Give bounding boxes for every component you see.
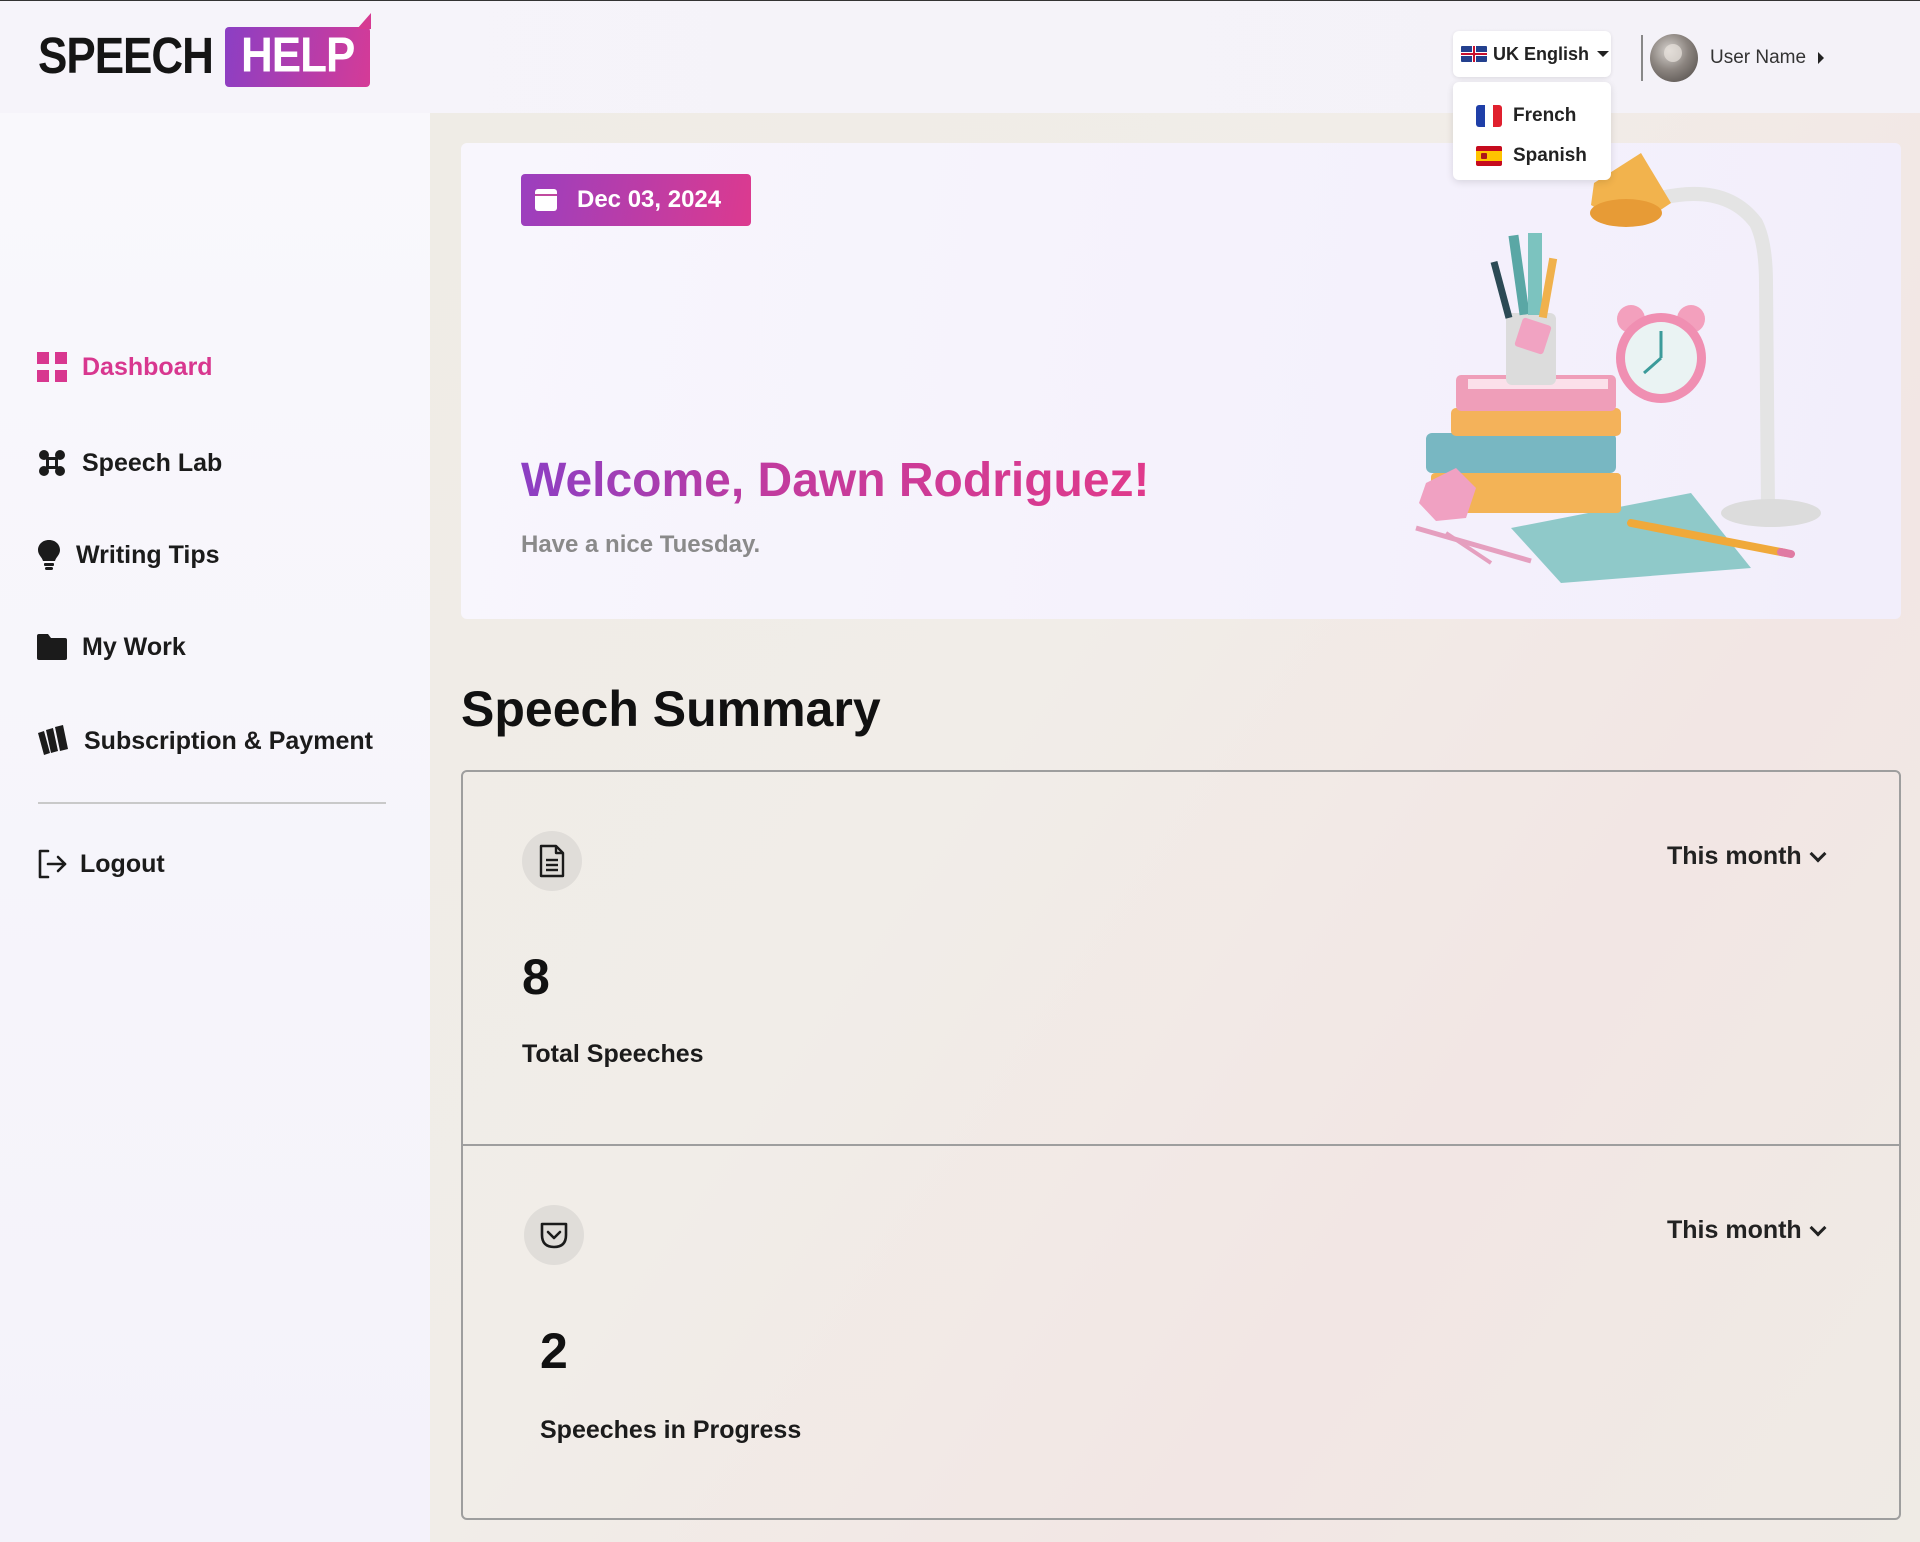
summary-card-in-progress: This month 2 Speeches in Progress: [463, 1148, 1899, 1518]
speeches-in-progress-value: 2: [540, 1323, 568, 1379]
date-label: Dec 03, 2024: [577, 186, 722, 213]
logo-word-help: HELP: [224, 13, 372, 87]
sidebar-item-dashboard[interactable]: Dashboard: [36, 351, 213, 383]
logo-word-speech: SPEECH: [38, 28, 214, 85]
language-option-spanish[interactable]: Spanish: [1453, 136, 1611, 176]
wallet-icon: [36, 725, 70, 757]
top-header: SPEECH HELP UK English User Name: [0, 1, 1920, 113]
language-option-french[interactable]: French: [1453, 96, 1611, 136]
spain-flag-icon: [1476, 146, 1502, 166]
lightbulb-icon: [36, 539, 62, 571]
sidebar-item-speech-lab[interactable]: Speech Lab: [36, 447, 222, 479]
speech-summary-title: Speech Summary: [461, 681, 881, 737]
welcome-subtitle: Have a nice Tuesday.: [521, 531, 761, 558]
user-name: User Name: [1710, 47, 1807, 68]
sidebar-item-label: Writing Tips: [76, 540, 220, 569]
sidebar-item-label: Speech Lab: [82, 448, 223, 477]
date-badge: Dec 03, 2024: [521, 174, 751, 226]
sidebar-item-label: My Work: [82, 632, 186, 661]
sidebar-item-subscription[interactable]: Subscription & Payment: [36, 725, 373, 757]
total-speeches-value: 8: [522, 949, 550, 1005]
language-option-label: French: [1513, 105, 1577, 126]
caret-right-icon: [1818, 52, 1825, 64]
welcome-banner: Dec 03, 2024 Welcome, Dawn Rodriguez! Ha…: [461, 143, 1901, 619]
speech-summary-panel: This month 8 Total Speeches This month 2…: [461, 770, 1901, 1520]
total-speeches-label: Total Speeches: [522, 1040, 704, 1068]
avatar[interactable]: [1650, 34, 1698, 82]
document-icon: [522, 831, 582, 891]
grid-icon: [36, 351, 68, 383]
chevron-down-icon: [1809, 1219, 1827, 1236]
logout-icon: [36, 848, 68, 880]
summary-card-total: This month 8 Total Speeches: [463, 772, 1899, 1146]
period-dropdown[interactable]: This month: [1667, 842, 1827, 871]
uk-flag-icon: [1461, 46, 1487, 62]
language-option-label: Spanish: [1513, 145, 1587, 166]
desk-illustration: [1415, 153, 1821, 583]
logout-label: Logout: [80, 849, 165, 878]
language-selector[interactable]: UK English: [1453, 31, 1611, 77]
calendar-icon: [535, 189, 557, 211]
speeches-in-progress-label: Speeches in Progress: [540, 1416, 802, 1444]
folder-icon: [36, 631, 68, 663]
period-dropdown[interactable]: This month: [1667, 1216, 1827, 1245]
sidebar-divider: [38, 802, 386, 804]
period-label: This month: [1667, 842, 1802, 870]
sidebar-item-writing-tips[interactable]: Writing Tips: [36, 539, 220, 571]
app-logo[interactable]: SPEECH HELP: [38, 13, 372, 95]
logout-button[interactable]: Logout: [36, 848, 165, 880]
language-dropdown-menu: French Spanish: [1453, 82, 1611, 180]
sidebar-item-label: Subscription & Payment: [84, 726, 373, 755]
france-flag-icon: [1476, 105, 1502, 127]
header-divider: [1641, 35, 1643, 81]
pocket-icon: [524, 1205, 584, 1265]
caret-down-icon: [1597, 51, 1610, 57]
command-icon: [36, 447, 68, 479]
language-selected-label: UK English: [1493, 43, 1590, 64]
sidebar: Dashboard Speech Lab Writing Tips My Wor…: [0, 113, 430, 1542]
user-menu[interactable]: User Name: [1650, 33, 1825, 83]
period-label: This month: [1667, 1216, 1802, 1244]
sidebar-item-my-work[interactable]: My Work: [36, 631, 186, 663]
welcome-heading: Welcome, Dawn Rodriguez!: [521, 454, 1150, 507]
chevron-down-icon: [1809, 845, 1827, 862]
sidebar-item-label: Dashboard: [82, 352, 213, 381]
